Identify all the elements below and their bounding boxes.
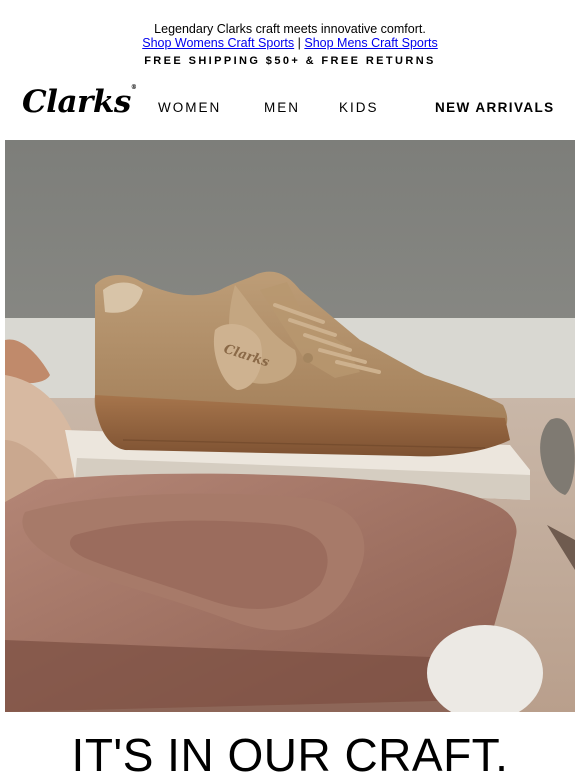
nav-kids[interactable]: KIDS (339, 100, 379, 115)
preheader: Legendary Clarks craft meets innovative … (0, 22, 580, 50)
shop-womens-craft-sports-link[interactable]: Shop Womens Craft Sports (142, 36, 294, 50)
hero-image[interactable]: Clarks (5, 140, 575, 712)
nav-men[interactable]: MEN (264, 100, 300, 115)
logo-registered-mark: ® (130, 84, 137, 91)
clarks-logo[interactable]: Clarks® (22, 84, 137, 120)
nav-new-arrivals[interactable]: NEW ARRIVALS (435, 100, 555, 115)
hero-illustration: Clarks (5, 140, 575, 712)
shop-mens-craft-sports-link[interactable]: Shop Mens Craft Sports (304, 36, 437, 50)
preheader-links: Shop Womens Craft Sports | Shop Mens Cra… (0, 36, 580, 50)
headline: IT'S IN OUR CRAFT. (71, 729, 509, 781)
preheader-tagline: Legendary Clarks craft meets innovative … (154, 22, 426, 36)
nav-women[interactable]: WOMEN (158, 100, 221, 115)
link-separator: | (294, 36, 305, 50)
shipping-banner: FREE SHIPPING $50+ & FREE RETURNS (144, 55, 436, 67)
logo-text: Clarks (22, 84, 131, 120)
sneaker-eyelet-badge (303, 353, 313, 363)
